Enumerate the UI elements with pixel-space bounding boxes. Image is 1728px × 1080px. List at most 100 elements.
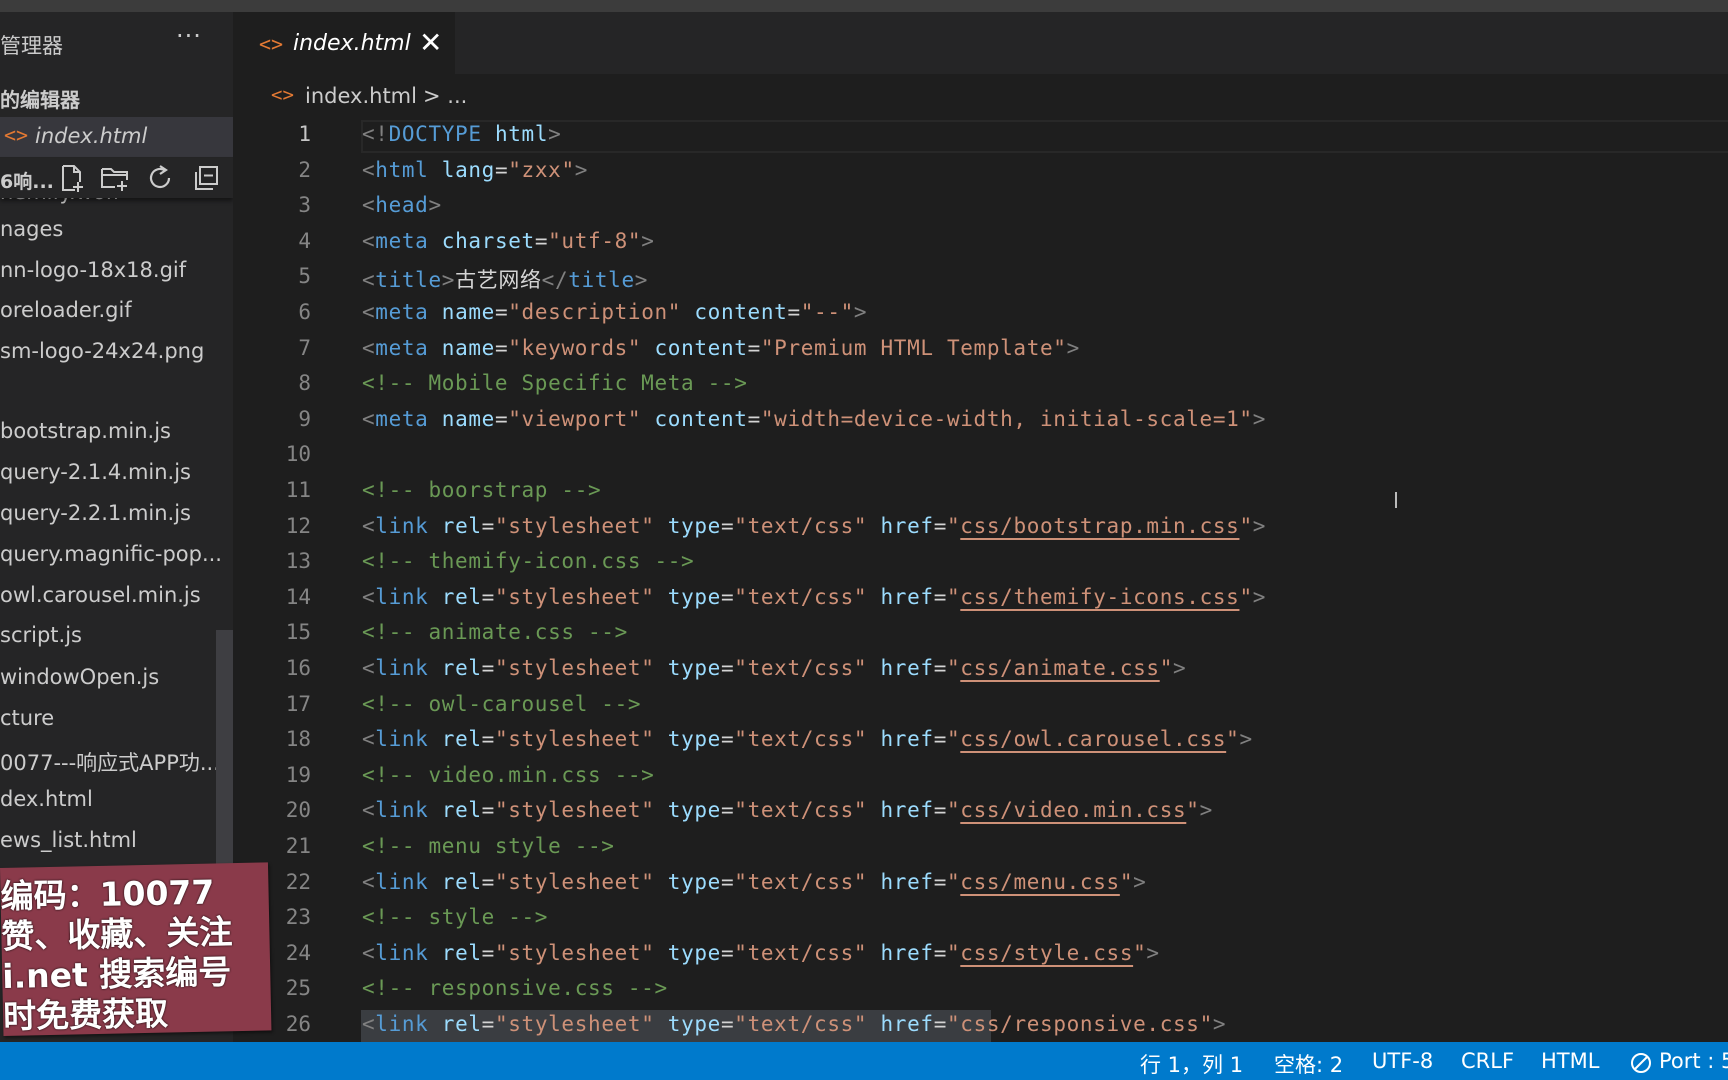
- file-tree-item[interactable]: nages: [0, 217, 63, 241]
- file-tree-item[interactable]: nn-logo-18x18.gif: [0, 258, 186, 282]
- file-tree-item[interactable]: query-2.1.4.min.js: [0, 460, 191, 484]
- file-tree-item[interactable]: oreloader.gif: [0, 298, 132, 322]
- code-line: 20 <link rel="stylesheet" type="text/css"…: [233, 796, 1728, 831]
- code-token: "Premium HTML Template": [760, 335, 1067, 360]
- code-text: <!-- owl-carousel -->: [362, 692, 641, 716]
- line-ending[interactable]: CRLF: [1461, 1049, 1514, 1073]
- code-token: "text/css": [734, 584, 868, 609]
- code-token: ": [1186, 798, 1200, 823]
- file-tree-item[interactable]: dex.html: [0, 787, 93, 811]
- code-line: 16 <link rel="stylesheet" type="text/css"…: [233, 654, 1728, 689]
- line-number: 6: [298, 300, 311, 324]
- code-line: 7 <meta name="keywords" content="Premium …: [233, 334, 1728, 369]
- code-token: <!-- animate.css -->: [362, 620, 628, 645]
- cursor-position[interactable]: 行 1，列 1: [1140, 1049, 1243, 1079]
- code-token: =: [747, 335, 761, 360]
- code-token: meta: [375, 300, 429, 324]
- encoding[interactable]: UTF-8: [1372, 1049, 1433, 1073]
- file-tree-item[interactable]: script.js: [0, 623, 82, 647]
- code-token: content: [694, 300, 788, 324]
- breadcrumb-file[interactable]: index.html: [305, 84, 417, 108]
- new-folder-icon[interactable]: [100, 164, 130, 192]
- code-line: 15 <!-- animate.css -->: [233, 618, 1728, 653]
- code-token: ": [947, 656, 961, 680]
- code-token: "text/css": [734, 798, 868, 823]
- file-tree-item[interactable]: query-2.2.1.min.js: [0, 501, 191, 525]
- code-token: =: [720, 798, 735, 823]
- code-token: >: [1146, 940, 1160, 965]
- code-token: ": [947, 727, 961, 752]
- code-token: =: [933, 727, 947, 752]
- code-token: >: [641, 228, 655, 253]
- code-text: <meta name="keywords" content="Premium H…: [362, 336, 1080, 360]
- code-token: <: [362, 193, 376, 218]
- code-token: "stylesheet": [494, 584, 655, 609]
- code-token: "stylesheet": [494, 1012, 655, 1036]
- file-tree-item[interactable]: windowOpen.js: [0, 665, 159, 689]
- line-number: 17: [285, 691, 311, 716]
- code-token: type: [667, 513, 721, 538]
- code-line: 26 <link rel="stylesheet" type="text/css"…: [233, 1010, 1728, 1042]
- code-token: =: [720, 584, 735, 609]
- file-tree-item[interactable]: cture: [0, 706, 54, 730]
- line-number: 16: [285, 656, 311, 680]
- indentation[interactable]: 空格: 2: [1274, 1049, 1343, 1079]
- code-token: >: [1199, 798, 1213, 823]
- code-token: 古艺网络: [455, 268, 542, 293]
- code-text: <!-- Mobile Specific Meta -->: [362, 371, 748, 395]
- code-token: ": [947, 584, 961, 609]
- code-editor[interactable]: 1 <!DOCTYPE html> 2 <html lang="zxx"> 3 <head…: [233, 120, 1728, 1042]
- line-number: 21: [285, 834, 311, 858]
- more-actions-icon[interactable]: ···: [176, 22, 202, 50]
- file-tree-item[interactable]: 0077---响应式APP功...: [0, 747, 220, 777]
- file-tree-item[interactable]: ews_list.html: [0, 828, 137, 852]
- code-token: =: [481, 513, 495, 538]
- live-server-port[interactable]: Port : 5: [1659, 1049, 1728, 1073]
- code-token: ": [947, 940, 961, 965]
- code-token: "zxx": [508, 157, 575, 182]
- open-editors-header[interactable]: 的编辑器: [0, 84, 80, 113]
- code-token: =: [481, 656, 495, 680]
- code-token: <: [362, 300, 376, 324]
- code-token: <: [362, 656, 376, 680]
- file-tree-item[interactable]: sm-logo-24x24.png: [0, 339, 204, 363]
- collapse-all-icon[interactable]: [192, 164, 222, 192]
- code-text: <link rel="stylesheet" type="text/css" h…: [362, 727, 1253, 751]
- file-tree-item[interactable]: query.magnific-pop...: [0, 542, 222, 566]
- code-token: "stylesheet": [494, 513, 655, 538]
- tab-index-html[interactable]: <> index.html ✕: [233, 12, 455, 74]
- new-file-icon[interactable]: [58, 164, 88, 192]
- code-token: css/owl.carousel.css: [960, 727, 1227, 752]
- file-tree-item[interactable]: bootstrap.min.js: [0, 419, 171, 443]
- status-bar: 行 1，列 1 空格: 2 UTF-8 CRLF HTML Port : 5: [0, 1042, 1728, 1080]
- open-editor-item[interactable]: <> index.html: [0, 117, 233, 157]
- line-number: 9: [298, 406, 311, 431]
- sidebar-scrollbar[interactable]: [216, 630, 233, 892]
- code-text: <meta name="description" content="--">: [362, 300, 867, 324]
- file-tree-item[interactable]: owl.carousel.min.js: [0, 583, 201, 607]
- code-token: name: [441, 300, 495, 324]
- code-line: 6 <meta name="description" content="--">: [233, 298, 1728, 333]
- code-token: =: [534, 228, 549, 253]
- code-token: rel: [441, 940, 482, 965]
- breadcrumb-symbol[interactable]: > ...: [423, 84, 467, 108]
- code-token: "stylesheet": [494, 727, 655, 752]
- code-token: <: [362, 869, 376, 894]
- code-token: css/animate.css: [960, 656, 1160, 680]
- code-text: <!-- boorstrap -->: [362, 478, 601, 502]
- project-folder-header[interactable]: 6响...: [0, 158, 233, 198]
- language-mode[interactable]: HTML: [1541, 1049, 1599, 1073]
- refresh-icon[interactable]: [146, 164, 176, 192]
- code-line: 19 <!-- video.min.css -->: [233, 761, 1728, 796]
- close-icon[interactable]: ✕: [419, 26, 442, 59]
- code-line: 21 <!-- menu style -->: [233, 832, 1728, 867]
